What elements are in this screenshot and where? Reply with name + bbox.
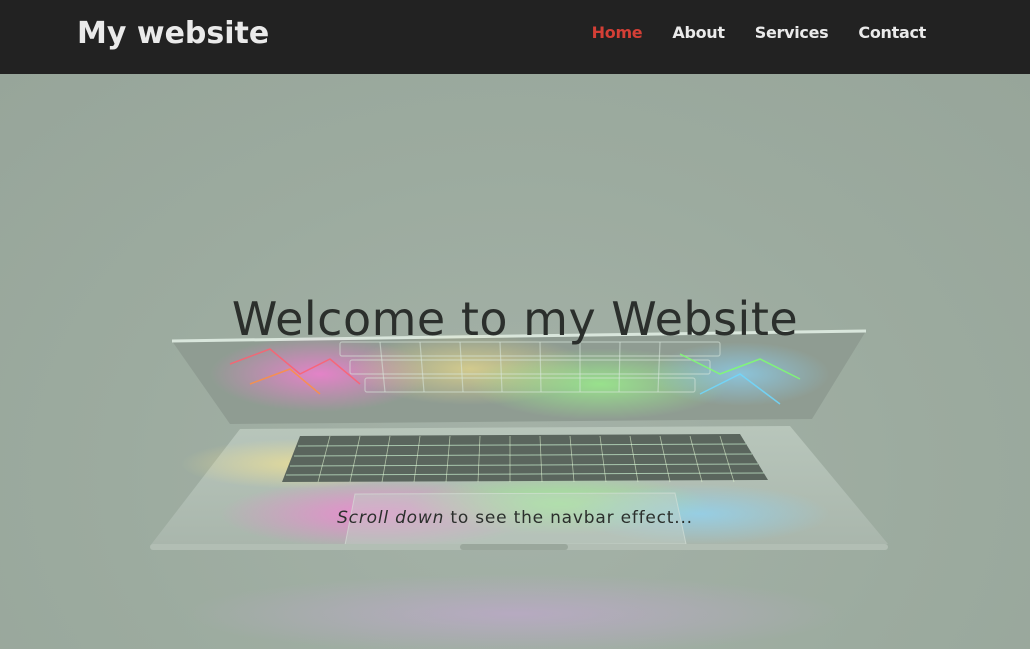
nav-link-home[interactable]: Home xyxy=(592,22,643,44)
hero-subtitle: Scroll down to see the navbar effect... xyxy=(0,506,1030,530)
nav-link-services[interactable]: Services xyxy=(755,22,829,44)
floor-glow xyxy=(185,574,845,649)
hero-subtitle-emphasis: Scroll down xyxy=(337,508,445,528)
hero-subtitle-rest: to see the navbar effect... xyxy=(444,508,693,528)
nav-link-about[interactable]: About xyxy=(672,22,725,44)
laptop-background-image xyxy=(150,329,888,649)
nav-link-contact[interactable]: Contact xyxy=(858,22,926,44)
navbar: My website Home About Services Contact xyxy=(0,0,1030,74)
hero-title: Welcome to my Website xyxy=(231,291,799,346)
nav-links: Home About Services Contact xyxy=(592,22,927,44)
hero-section: Welcome to my Website Scroll down to see… xyxy=(0,74,1030,649)
site-brand[interactable]: My website xyxy=(77,14,269,54)
